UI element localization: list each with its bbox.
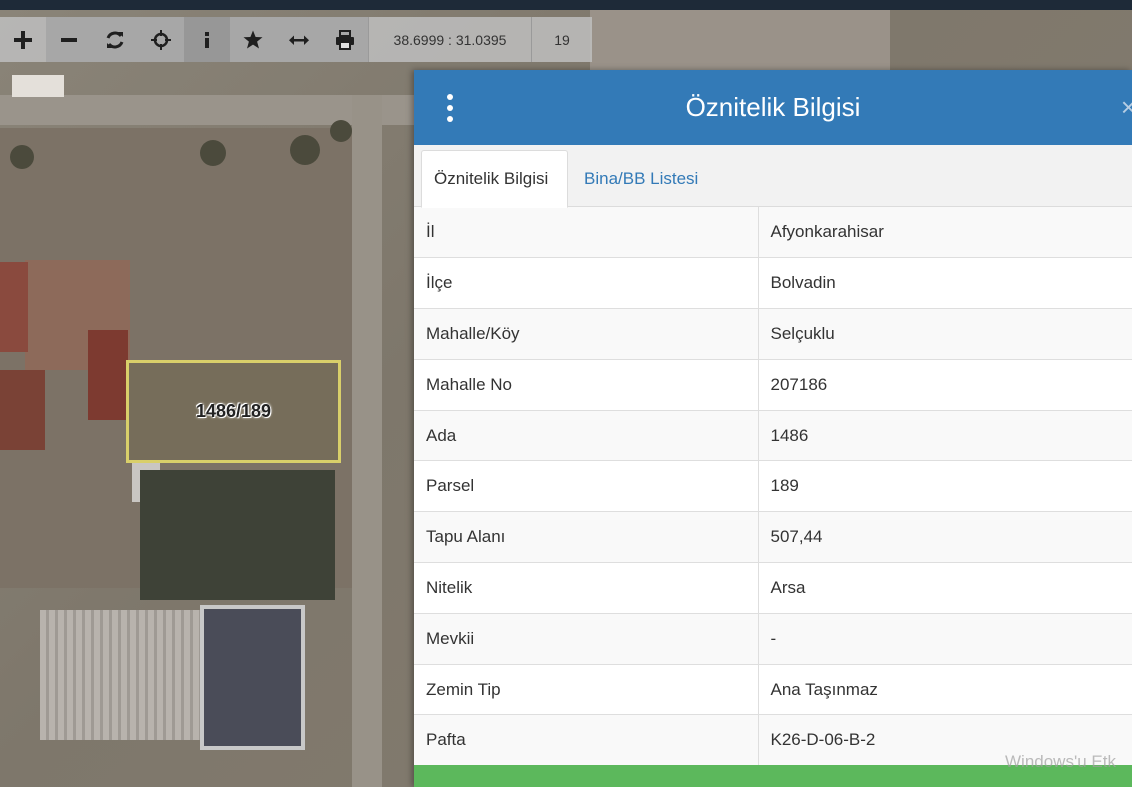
attribute-key: İlçe bbox=[414, 257, 759, 310]
attribute-value: Ana Taşınmaz bbox=[758, 664, 1132, 716]
tab-building-list[interactable]: Bina/BB Listesi bbox=[572, 150, 710, 208]
vertical-dots-menu-icon[interactable] bbox=[438, 92, 462, 124]
map-tree bbox=[330, 120, 352, 142]
attribute-value: Afyonkarahisar bbox=[758, 207, 1132, 259]
refresh-icon bbox=[106, 31, 124, 48]
refresh-button[interactable] bbox=[92, 17, 138, 62]
table-row: Parsel 189 bbox=[414, 460, 1132, 513]
map-building bbox=[88, 330, 128, 420]
attribute-key: Parsel bbox=[414, 460, 759, 513]
printer-icon bbox=[336, 29, 354, 50]
attribute-key: Mahalle No bbox=[414, 359, 759, 411]
zoom-out-button[interactable] bbox=[46, 17, 92, 62]
table-row: Tapu Alanı 507,44 bbox=[414, 511, 1132, 564]
crosshair-icon bbox=[151, 29, 171, 50]
map-road-vertical bbox=[352, 95, 382, 787]
attribute-info-panel: Öznitelik Bilgisi × Öznitelik Bilgisi Bi… bbox=[414, 70, 1132, 787]
attribute-key: Mevkii bbox=[414, 613, 759, 665]
table-row: İlçe Bolvadin bbox=[414, 257, 1132, 310]
table-row: Mahalle No 207186 bbox=[414, 359, 1132, 411]
attribute-key: Mahalle/Köy bbox=[414, 308, 759, 360]
info-icon bbox=[205, 31, 209, 48]
attribute-key: Nitelik bbox=[414, 562, 759, 614]
table-row: Zemin Tip Ana Taşınmaz bbox=[414, 664, 1132, 716]
attribute-value: 507,44 bbox=[758, 511, 1132, 564]
panel-tabs: Öznitelik Bilgisi Bina/BB Listesi bbox=[414, 145, 1132, 208]
print-button[interactable] bbox=[322, 17, 368, 62]
attribute-key: İl bbox=[414, 207, 759, 259]
attribute-value: 1486 bbox=[758, 410, 1132, 462]
attribute-table: İl Afyonkarahisar İlçe Bolvadin Mahalle/Köy S… bbox=[414, 207, 1132, 767]
panel-header: Öznitelik Bilgisi × bbox=[414, 70, 1132, 145]
attribute-key: Ada bbox=[414, 410, 759, 462]
parcel-label: 1486/189 bbox=[195, 401, 272, 421]
map-toolbar: 38.6999 : 31.0395 19 bbox=[0, 17, 592, 62]
map-building bbox=[12, 75, 64, 97]
attribute-value: 207186 bbox=[758, 359, 1132, 411]
map-building bbox=[0, 262, 28, 352]
zoom-in-button[interactable] bbox=[0, 17, 46, 62]
measure-button[interactable] bbox=[276, 17, 322, 62]
attribute-key: Pafta bbox=[414, 714, 759, 767]
star-icon bbox=[243, 30, 263, 48]
map-building bbox=[0, 370, 45, 450]
table-row: Nitelik Arsa bbox=[414, 562, 1132, 614]
attribute-value: 189 bbox=[758, 460, 1132, 513]
coordinate-readout: 38.6999 : 31.0395 bbox=[368, 17, 532, 62]
table-row: Mevkii - bbox=[414, 613, 1132, 665]
attribute-key: Tapu Alanı bbox=[414, 511, 759, 564]
horizontal-arrows-icon bbox=[289, 35, 309, 45]
map-tree bbox=[10, 145, 34, 169]
zoom-level-readout: 19 bbox=[554, 31, 570, 48]
locate-button[interactable] bbox=[138, 17, 184, 62]
attribute-value: Arsa bbox=[758, 562, 1132, 614]
activation-watermark: Windows'u Etk bbox=[1005, 752, 1116, 771]
map-garden bbox=[140, 470, 335, 600]
map-tree bbox=[290, 135, 320, 165]
table-row: İl Afyonkarahisar bbox=[414, 207, 1132, 259]
minus-icon bbox=[61, 37, 77, 42]
map-building bbox=[200, 605, 305, 750]
attribute-value: Bolvadin bbox=[758, 257, 1132, 310]
map-top-strip bbox=[0, 0, 1132, 10]
attribute-value: - bbox=[758, 613, 1132, 665]
plus-icon bbox=[14, 30, 32, 49]
parcel-outline[interactable]: 1486/189 bbox=[126, 360, 341, 463]
info-button[interactable] bbox=[184, 17, 230, 62]
map-tree bbox=[200, 140, 226, 166]
tab-attribute-info[interactable]: Öznitelik Bilgisi bbox=[421, 150, 568, 208]
panel-title: Öznitelik Bilgisi bbox=[685, 92, 861, 122]
favorite-button[interactable] bbox=[230, 17, 276, 62]
map-building bbox=[40, 610, 205, 740]
close-icon[interactable]: × bbox=[1121, 92, 1132, 123]
attribute-value: Selçuklu bbox=[758, 308, 1132, 360]
table-row: Ada 1486 bbox=[414, 410, 1132, 462]
attribute-key: Zemin Tip bbox=[414, 664, 759, 716]
map-terrain bbox=[590, 10, 890, 70]
table-row: Mahalle/Köy Selçuklu bbox=[414, 308, 1132, 360]
